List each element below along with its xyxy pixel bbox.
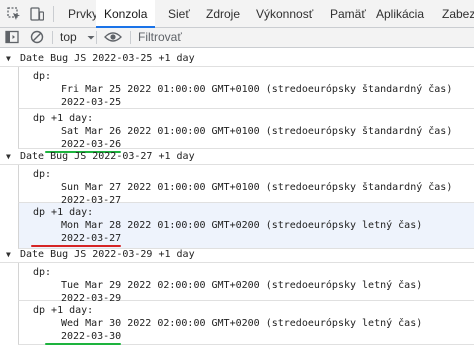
tab-0[interactable]: Prvky [68, 0, 98, 27]
log-label: dp: [33, 267, 52, 278]
toolbar-divider [53, 6, 54, 22]
tab-7[interactable]: Zabez [442, 0, 474, 27]
iso-date: 2022-03-27 [61, 233, 122, 244]
context-label: top [60, 30, 77, 44]
log-label: dp +1 day: [33, 207, 94, 218]
log-label: dp +1 day: [33, 305, 94, 316]
log-group-header[interactable]: ▼ Date Bug JS 2022-03-29 +1 day [0, 246, 474, 263]
tab-4[interactable]: Výkonnosť [256, 0, 313, 27]
log-entry: dp +1 day: Mon Mar 28 2022 01:00:00 GMT+0… [18, 203, 474, 249]
log-label: dp: [33, 71, 52, 82]
tab-6[interactable]: Aplikácia [376, 0, 424, 27]
triangle-down-icon[interactable]: ▼ [6, 246, 11, 263]
log-group-header[interactable]: ▼ Date Bug JS 2022-03-25 +1 day [0, 50, 474, 67]
toolbar-divider [130, 31, 131, 44]
console-toolbar: top Filtrovať [0, 28, 474, 48]
context-selector[interactable]: top [60, 28, 95, 47]
log-entry: dp: Fri Mar 25 2022 01:00:00 GMT+0100 (st… [18, 67, 474, 109]
iso-date: 2022-03-25 [61, 97, 122, 108]
cursor-select-icon[interactable] [6, 6, 22, 22]
date-string: Sun Mar 27 2022 01:00:00 GMT+0100 (stred… [61, 182, 453, 193]
clear-console-icon[interactable] [30, 30, 44, 44]
iso-date: 2022-03-30 [61, 331, 122, 342]
log-group-title: Date Bug JS 2022-03-25 +1 day [20, 53, 195, 64]
eye-icon[interactable] [104, 30, 122, 44]
log-label: dp +1 day: [33, 113, 94, 124]
log-entry: dp +1 day: Wed Mar 30 2022 02:00:00 GMT+0… [18, 301, 474, 345]
date-string: Mon Mar 28 2022 01:00:00 GMT+0200 (stred… [61, 220, 423, 231]
log-entry: dp: Sun Mar 27 2022 01:00:00 GMT+0100 (st… [18, 165, 474, 206]
log-label: dp: [33, 169, 52, 180]
toolbar-divider [52, 31, 53, 44]
console-log-area[interactable]: ▼ Date Bug JS 2022-03-25 +1 day dp: Fri Mar… [0, 48, 474, 356]
date-underline-mark [45, 343, 121, 345]
devtools-tab-bar: Prvky Konzola Sieť Zdroje Výkonnosť Pamäť Apli… [0, 0, 474, 28]
log-group-title: Date Bug JS 2022-03-29 +1 day [20, 249, 195, 260]
log-group-header[interactable]: ▼ Date Bug JS 2022-03-27 +1 day [0, 148, 474, 165]
tab-3[interactable]: Zdroje [206, 0, 240, 27]
date-string: Wed Mar 30 2022 02:00:00 GMT+0200 (stred… [61, 318, 423, 329]
date-string: Sat Mar 26 2022 01:00:00 GMT+0100 (stred… [61, 126, 453, 137]
tab-2[interactable]: Sieť [168, 0, 190, 27]
toolbar-divider [96, 31, 97, 44]
date-string: Fri Mar 25 2022 01:00:00 GMT+0100 (stred… [61, 84, 453, 95]
triangle-down-icon[interactable]: ▼ [6, 148, 11, 165]
log-group-title: Date Bug JS 2022-03-27 +1 day [20, 151, 195, 162]
tab-1[interactable]: Konzola [96, 0, 156, 28]
date-string: Tue Mar 29 2022 02:00:00 GMT+0200 (stred… [61, 280, 423, 291]
log-entry: dp +1 day: Sat Mar 26 2022 01:00:00 GMT+0… [18, 109, 474, 153]
tab-5[interactable]: Pamäť [330, 0, 366, 27]
sidebar-toggle-icon[interactable] [5, 30, 19, 44]
filter-input[interactable]: Filtrovať [138, 28, 182, 47]
log-entry: dp: Tue Mar 29 2022 02:00:00 GMT+0200 (st… [18, 263, 474, 304]
device-toolbar-icon[interactable] [29, 6, 45, 22]
triangle-down-icon[interactable]: ▼ [6, 50, 11, 67]
